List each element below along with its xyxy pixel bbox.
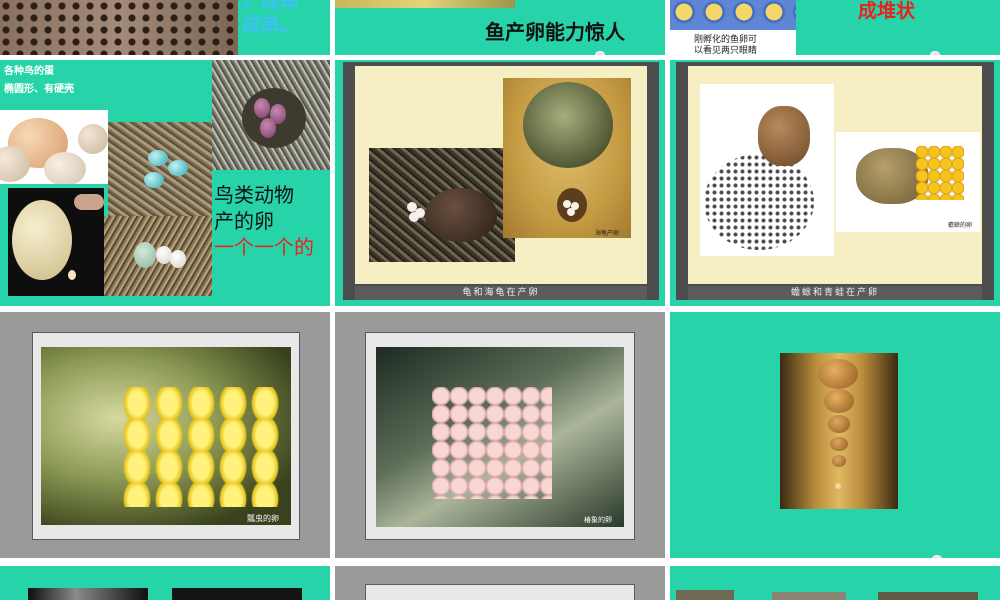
turtle-laying-photo (369, 148, 515, 262)
slide-row4-right[interactable] (670, 566, 1000, 600)
slide-text-chain-top: 。成串 (242, 0, 300, 12)
pale-eggs-nest-photo (104, 216, 212, 296)
slide-fish-eggs-pile[interactable]: 刚孵化的鱼卵可 以看见两只眼睛 成堆状 (670, 0, 1000, 55)
fish-eggs-photo (335, 0, 515, 8)
row4-left-photo-2 (172, 588, 302, 600)
bird-eggs-title: 各种鸟的蛋 (4, 66, 54, 77)
bird-eggs-text-line3: 一个一个的 (214, 235, 314, 259)
toad-eggs-label: 蟾蜍的卵 (948, 222, 973, 229)
sea-turtle-label: 海龟产卵 (595, 230, 620, 237)
ostrich-egg-photo (8, 188, 104, 296)
frog-with-eggs-photo: 蟾蜍的卵 (836, 132, 980, 232)
row4-right-photo-3 (878, 592, 978, 600)
turtle-caption-bar: 龟和海龟在产卵 (355, 286, 647, 300)
frog-slide-frame: 蟾蜍的卵 蟾蜍和青蛙在产卵 (676, 62, 994, 300)
blue-eggs-nest-photo (108, 122, 212, 216)
row4-right-photo-2 (772, 592, 846, 600)
frog-caption-bar: 蟾蜍和青蛙在产卵 (688, 286, 982, 300)
slide-fish-spawn[interactable]: 鱼产卵能力惊人 (335, 0, 665, 55)
ladybug-eggs-photo: 瓢虫的卵 (41, 347, 291, 525)
speckled-eggs-nest-photo (212, 60, 330, 170)
egg-size-comparison-photo (780, 353, 898, 509)
stinkbug-eggs-photo: 椿象的卵 (376, 347, 624, 527)
ladybug-eggs-label: 瓢虫的卵 (247, 514, 279, 523)
turtle-slide-frame: 海龟产卵 龟和海龟在产卵 (343, 62, 659, 300)
frog-spawn-photo (0, 0, 238, 55)
ladybug-photo-frame: 瓢虫的卵 (32, 332, 300, 540)
row4-left-photo-1 (28, 588, 148, 600)
hatching-fish-egg-photo: 刚孵化的鱼卵可 以看见两只眼睛 (670, 0, 796, 55)
slide-row4-left[interactable] (0, 566, 330, 600)
bird-eggs-text-line2: 产的卵 (214, 209, 274, 233)
row4-right-photo-1 (676, 590, 734, 600)
stinkbug-eggs-label: 椿象的卵 (584, 516, 612, 524)
stinkbug-photo-frame: 椿象的卵 (365, 332, 635, 540)
slide-stinkbug-eggs[interactable]: 椿象的卵 (335, 312, 665, 558)
toad-laying-photo (700, 84, 834, 256)
slide-frog-eggs[interactable]: 蟾蜍的卵 蟾蜍和青蛙在产卵 (670, 60, 1000, 306)
slide-text-pile: 成堆状 (858, 0, 916, 22)
slide-fish-eggs-strings[interactable]: 成串。 。成串 (0, 0, 330, 55)
bird-eggs-subtitle: 椭圆形、有硬壳 (4, 84, 74, 95)
sea-turtle-nest-photo: 海龟产卵 (503, 78, 631, 238)
bird-eggs-text-line1: 鸟类动物 (214, 183, 294, 207)
chicken-eggs-photo (0, 110, 108, 184)
slide-ladybug-eggs[interactable]: 瓢虫的卵 (0, 312, 330, 558)
slide-turtle-eggs[interactable]: 海龟产卵 龟和海龟在产卵 (335, 60, 665, 306)
row4-middle-frame (365, 584, 635, 600)
slide-title-fish: 鱼产卵能力惊人 (485, 20, 625, 44)
slide-bird-eggs[interactable]: 各种鸟的蛋 椭圆形、有硬壳 鸟类动物 产的卵 一个一个的 (0, 60, 330, 306)
slide-row4-middle[interactable] (335, 566, 665, 600)
slide-egg-sizes[interactable] (670, 312, 1000, 558)
fish-egg-caption-line2: 以看见两只眼睛 (694, 46, 758, 55)
slide-text-chain: 成串。 (242, 14, 300, 36)
